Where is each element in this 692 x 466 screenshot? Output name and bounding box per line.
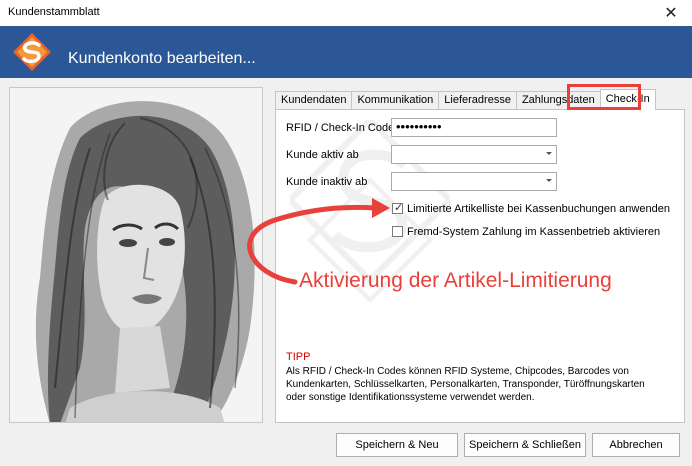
external-payment-label: Fremd-System Zahlung im Kassenbetrieb ak… <box>407 226 661 238</box>
app-logo-icon <box>13 33 51 71</box>
tab-check-in[interactable]: Check-In <box>599 89 656 110</box>
tip-text: Als RFID / Check-In Codes können RFID Sy… <box>286 366 645 403</box>
aktiv-ab-date-picker[interactable] <box>391 145 557 164</box>
tab-kommunikation[interactable]: Kommunikation <box>351 91 440 110</box>
tab-bar: Kundendaten Kommunikation Lieferadresse … <box>275 89 656 110</box>
annotation-text: Aktivierung der Artikel-Limitierung <box>299 269 612 292</box>
limit-articles-label: Limitierte Artikelliste bei Kassenbuchun… <box>407 203 670 215</box>
dialog-title: Kundenkonto bearbeiten... <box>68 50 256 67</box>
inaktiv-ab-date-picker[interactable] <box>391 172 557 191</box>
tab-lieferadresse[interactable]: Lieferadresse <box>438 91 517 110</box>
cancel-button[interactable]: Abbrechen <box>592 433 680 457</box>
rfid-label: RFID / Check-In Code <box>286 122 395 134</box>
chevron-down-icon[interactable] <box>546 152 552 155</box>
tip-title: TIPP <box>286 351 311 363</box>
save-close-button[interactable]: Speichern & Schließen <box>464 433 586 457</box>
close-icon[interactable]: ✕ <box>650 0 692 26</box>
window-title: Kundenstammblatt <box>8 6 100 18</box>
customer-photo <box>9 87 263 423</box>
portrait-image <box>10 88 262 422</box>
window-titlebar: Kundenstammblatt ✕ <box>0 0 692 26</box>
tab-zahlungsdaten[interactable]: Zahlungsdaten <box>515 91 601 110</box>
aktiv-ab-label: Kunde aktiv ab <box>286 149 359 161</box>
save-new-button[interactable]: Speichern & Neu <box>336 433 458 457</box>
tab-kundendaten[interactable]: Kundendaten <box>275 91 353 110</box>
rfid-code-input[interactable]: •••••••••• <box>391 118 557 137</box>
chevron-down-icon[interactable] <box>546 179 552 182</box>
dialog-header: Kundenkonto bearbeiten... <box>0 26 692 78</box>
inaktiv-ab-label: Kunde inaktiv ab <box>286 176 368 188</box>
